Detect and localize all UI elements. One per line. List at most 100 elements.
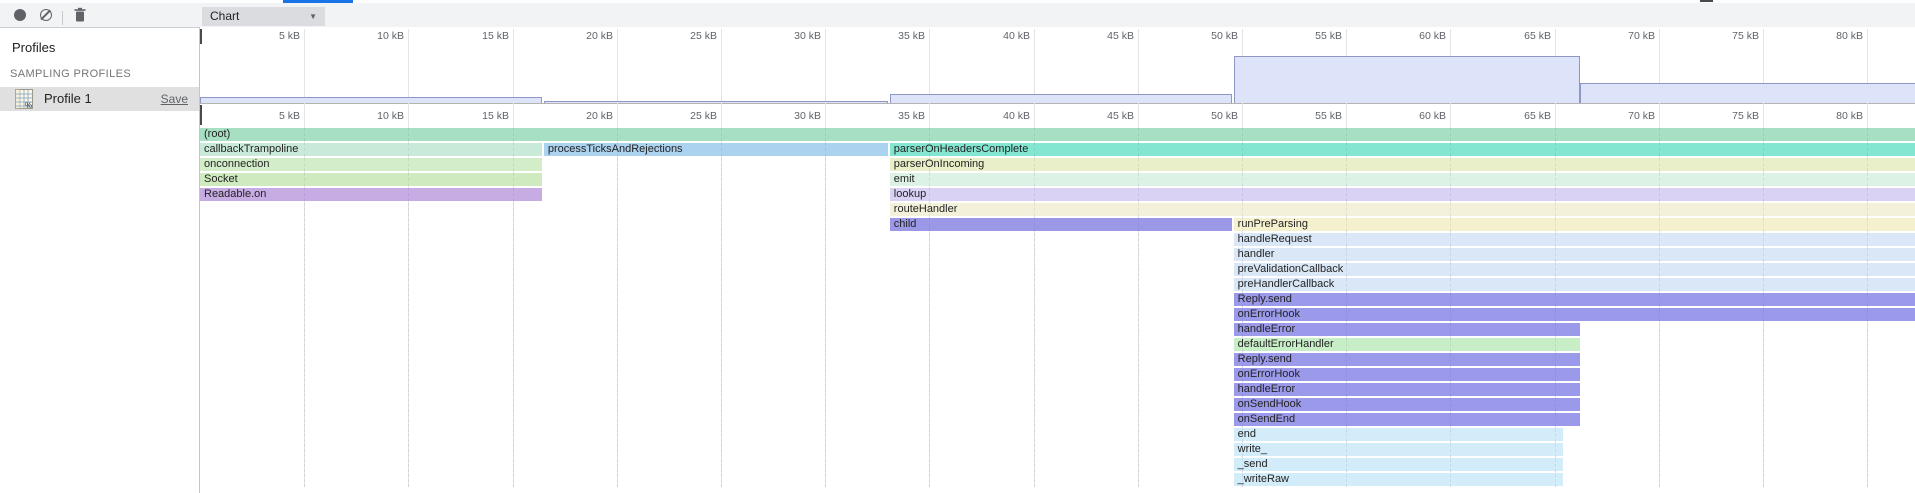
overview-bottom-border xyxy=(200,103,1915,104)
flame-bar[interactable]: Reply.send xyxy=(1234,293,1915,306)
flame-bar-label: runPreParsing xyxy=(1238,218,1308,230)
flame-bar[interactable]: _send xyxy=(1234,458,1563,471)
flame-bar-label: preHandlerCallback xyxy=(1238,278,1335,290)
delete-profile-button[interactable] xyxy=(72,7,88,23)
flame-bar-label: onSendHook xyxy=(1238,398,1302,410)
ruler-top-tick-label: 55 kB xyxy=(1272,30,1342,42)
flame-bar[interactable]: _writeRaw xyxy=(1234,473,1563,486)
ruler-top-tick-label: 75 kB xyxy=(1689,30,1759,42)
ruler-top-tick-label: 45 kB xyxy=(1064,30,1134,42)
sampling-profiles-heading: SAMPLING PROFILES xyxy=(10,68,131,80)
flame-bar-label: end xyxy=(1238,428,1256,440)
flame-bar[interactable]: runPreParsing xyxy=(1234,218,1915,231)
gridline-dashed-overlay xyxy=(1450,128,1451,487)
flame-bar-label: defaultErrorHandler xyxy=(1238,338,1334,350)
toolbar-separator xyxy=(62,11,63,25)
ruler-bottom-tick-label: 70 kB xyxy=(1585,110,1655,122)
flame-bar-label: handleRequest xyxy=(1238,233,1312,245)
flame-bar[interactable]: preValidationCallback xyxy=(1234,263,1915,276)
flame-bar[interactable]: preHandlerCallback xyxy=(1234,278,1915,291)
flame-bar-label: onconnection xyxy=(204,158,269,170)
ruler-bottom-tick-label: 30 kB xyxy=(751,110,821,122)
ruler-top-tick-label: 50 kB xyxy=(1168,30,1238,42)
flame-chart-pane[interactable]: 5 kB5 kB10 kB10 kB15 kB15 kB20 kB20 kB25… xyxy=(200,27,1915,493)
flame-bar[interactable]: lookup xyxy=(890,188,1915,201)
flame-bar-label: processTicksAndRejections xyxy=(548,143,683,155)
flame-bar[interactable]: Socket xyxy=(200,173,542,186)
flame-bar[interactable]: defaultErrorHandler xyxy=(1234,338,1580,351)
gridline-dashed-overlay xyxy=(513,128,514,487)
overview-silhouette-segment[interactable] xyxy=(1234,56,1580,103)
flame-bar-label: handler xyxy=(1238,248,1275,260)
flame-bar[interactable]: child xyxy=(890,218,1232,231)
ruler-zero-tick-2 xyxy=(200,105,202,125)
ruler-top-tick-label: 5 kB xyxy=(230,30,300,42)
gridline-dashed-overlay xyxy=(304,128,305,487)
chevron-down-icon: ▼ xyxy=(309,7,317,26)
gridline-dashed-overlay xyxy=(929,128,930,487)
flame-bar[interactable]: onconnection xyxy=(200,158,542,171)
devtools-memory-panel: Chart ▼ Profiles SAMPLING PROFILES % Pro… xyxy=(0,0,1915,493)
gridline-dashed-overlay xyxy=(617,128,618,487)
flame-bar-label: Reply.send xyxy=(1238,293,1292,305)
svg-text:%: % xyxy=(25,101,32,109)
flame-bar[interactable]: parserOnIncoming xyxy=(890,158,1915,171)
flame-bar[interactable]: Reply.send xyxy=(1234,353,1580,366)
flame-bar[interactable]: handleRequest xyxy=(1234,233,1915,246)
flame-bar[interactable]: processTicksAndRejections xyxy=(544,143,888,156)
ruler-bottom-tick-label: 40 kB xyxy=(960,110,1030,122)
flame-bar[interactable]: write_ xyxy=(1234,443,1563,456)
ruler-top-tick-label: 10 kB xyxy=(334,30,404,42)
profile-item[interactable]: % Profile 1 Save xyxy=(0,87,199,111)
gridline-dashed-overlay xyxy=(1867,128,1868,487)
flame-bar-label: callbackTrampoline xyxy=(204,143,298,155)
ruler-top-tick-label: 70 kB xyxy=(1585,30,1655,42)
flame-bar[interactable]: (root) xyxy=(200,128,1915,141)
flame-bar-label: parserOnIncoming xyxy=(894,158,985,170)
chart-view-select[interactable]: Chart ▼ xyxy=(202,7,325,26)
flame-bar[interactable]: emit xyxy=(890,173,1915,186)
record-button[interactable] xyxy=(12,7,28,23)
ruler-bottom-tick-label: 65 kB xyxy=(1481,110,1551,122)
flame-bar[interactable]: handleError xyxy=(1234,323,1580,336)
ruler-top-tick-label: 30 kB xyxy=(751,30,821,42)
ruler-bottom-tick-label: 45 kB xyxy=(1064,110,1134,122)
flame-bar[interactable]: onSendEnd xyxy=(1234,413,1580,426)
flame-bar[interactable]: handleError xyxy=(1234,383,1580,396)
ruler-bottom-tick-label: 60 kB xyxy=(1376,110,1446,122)
ruler-bottom-tick-label: 25 kB xyxy=(647,110,717,122)
record-icon xyxy=(14,9,26,21)
flame-bar-label: preValidationCallback xyxy=(1238,263,1344,275)
flame-bar[interactable]: Readable.on xyxy=(200,188,542,201)
flame-bar[interactable]: onSendHook xyxy=(1234,398,1580,411)
flame-bar-label: Socket xyxy=(204,173,238,185)
overview-silhouette-segment[interactable] xyxy=(1580,83,1915,103)
gridline-dashed-overlay xyxy=(1555,128,1556,487)
flame-bar[interactable]: onErrorHook xyxy=(1234,308,1915,321)
flame-bar-label: onErrorHook xyxy=(1238,308,1300,320)
overview-silhouette-segment[interactable] xyxy=(200,97,542,103)
flame-bar[interactable]: routeHandler xyxy=(890,203,1915,216)
ruler-bottom-tick-label: 75 kB xyxy=(1689,110,1759,122)
flame-bar[interactable]: onErrorHook xyxy=(1234,368,1580,381)
flame-bar[interactable]: end xyxy=(1234,428,1563,441)
flame-bar-label: _writeRaw xyxy=(1238,473,1289,485)
ruler-bottom-tick-label: 10 kB xyxy=(334,110,404,122)
flame-bar-label: (root) xyxy=(204,128,230,140)
clear-button[interactable] xyxy=(38,7,54,23)
flame-bar[interactable]: parserOnHeadersComplete xyxy=(890,143,1915,156)
trash-icon xyxy=(72,7,88,23)
ruler-top-tick-label: 35 kB xyxy=(855,30,925,42)
flame-bar-label: onErrorHook xyxy=(1238,368,1300,380)
gridline-dashed-overlay xyxy=(408,128,409,487)
ruler-top-tick-label: 60 kB xyxy=(1376,30,1446,42)
ruler-bottom-tick-label: 55 kB xyxy=(1272,110,1342,122)
save-link[interactable]: Save xyxy=(161,92,188,106)
flame-bar[interactable]: handler xyxy=(1234,248,1915,261)
ruler-bottom-tick-label: 20 kB xyxy=(543,110,613,122)
overview-silhouette-segment[interactable] xyxy=(544,101,888,103)
overview-silhouette-segment[interactable] xyxy=(890,94,1232,103)
gridline-dashed-overlay xyxy=(721,128,722,487)
gridline-dashed-overlay xyxy=(1346,128,1347,487)
flame-bar[interactable]: callbackTrampoline xyxy=(200,143,542,156)
